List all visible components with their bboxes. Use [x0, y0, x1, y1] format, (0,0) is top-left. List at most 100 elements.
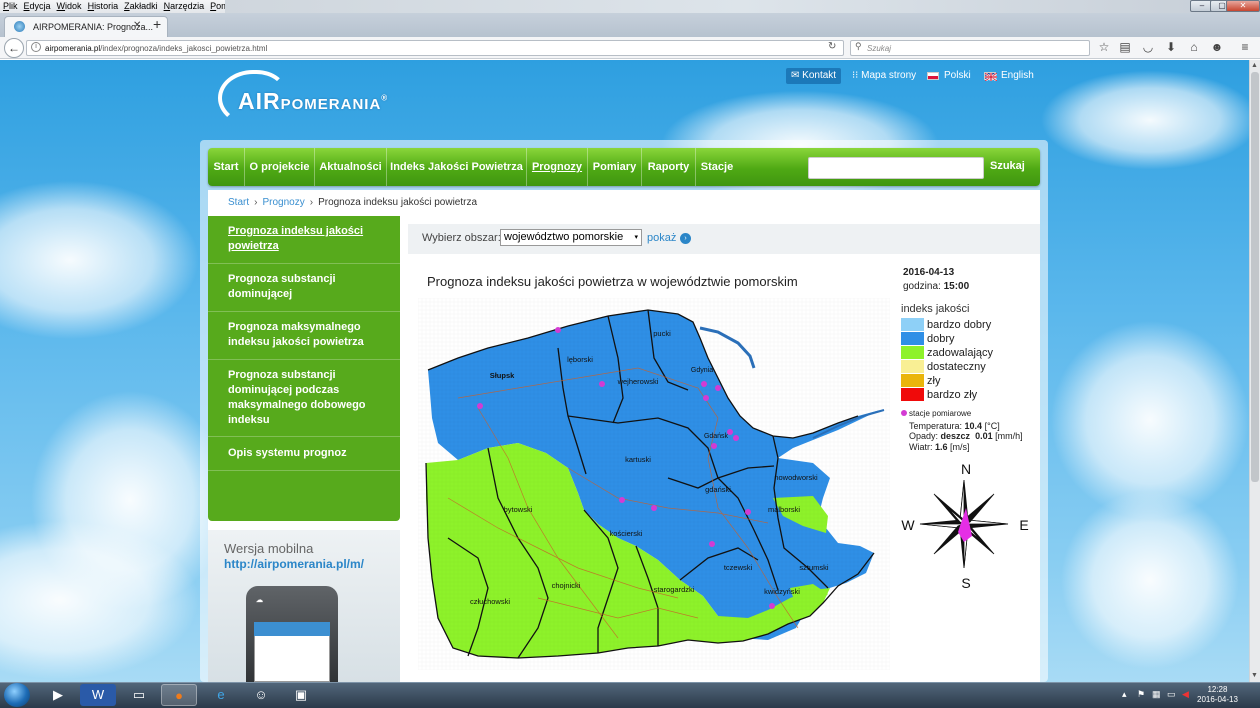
area-label: Wybierz obszar: — [422, 232, 501, 244]
pokaz-link[interactable]: pokaż — [647, 232, 676, 244]
nav-o-projekcie[interactable]: O projekcie — [245, 148, 315, 186]
site-search-button[interactable]: Szukaj — [990, 160, 1025, 172]
compass-n: N — [961, 461, 971, 477]
label-wejherowski: wejherowski — [617, 377, 659, 386]
pokaz-arrow-icon[interactable]: › — [680, 233, 691, 244]
label-starogardzki: starogardzki — [654, 585, 695, 594]
url-path: /index/prognoza/indeks_jakosci_powietrza… — [100, 44, 268, 53]
scrollbar-thumb[interactable] — [1251, 72, 1259, 482]
sidebar-item-substancji-maksymalnego[interactable]: Prognoza substancji dominującej podczas … — [208, 360, 400, 437]
breadcrumb-prognozy[interactable]: Prognozy — [262, 197, 304, 208]
media-player-icon[interactable]: ▶ — [40, 684, 76, 706]
area-select-value: województwo pomorskie — [504, 231, 624, 243]
label-gdansk: Gdańsk — [704, 433, 729, 440]
tray-expand-icon[interactable]: ▴ — [1122, 689, 1127, 700]
start-button[interactable] — [4, 683, 30, 707]
app-icon[interactable]: ☺ — [243, 684, 279, 706]
sidebar-item-prognoza-indeksu[interactable]: Prognoza indeksu jakości powietrza — [208, 216, 400, 264]
menu-edycja[interactable]: Edycja — [21, 0, 54, 12]
site-search-input[interactable] — [808, 157, 984, 179]
sitemap-link[interactable]: ⁝⁝ Mapa strony — [852, 70, 916, 81]
network-icon[interactable]: ▦ — [1152, 689, 1161, 700]
nav-stacje[interactable]: Stacje — [696, 148, 738, 186]
browser-search-input[interactable]: Szukaj — [850, 40, 1090, 56]
label-gdanski: gdański — [705, 485, 731, 494]
display-icon[interactable]: ▭ — [1167, 689, 1176, 700]
home-icon[interactable]: ⌂ — [1186, 40, 1202, 54]
label-gdynia: Gdynia — [691, 367, 713, 374]
polish-flag-icon — [927, 72, 939, 80]
clock[interactable]: 12:28 2016-04-13 — [1197, 685, 1238, 705]
area-select[interactable]: województwo pomorskie ▾ — [500, 229, 642, 246]
reload-icon[interactable]: ↻ — [828, 41, 836, 52]
label-slupsk: Słupsk — [490, 371, 515, 380]
menu-historia[interactable]: Historia — [85, 0, 122, 12]
close-tab-icon[interactable]: ✕ — [133, 20, 141, 31]
menu-narzedzia[interactable]: Narzędzia — [161, 0, 208, 12]
reading-list-icon[interactable]: ▤ — [1117, 40, 1133, 54]
nav-aktualnosci[interactable]: Aktualności — [315, 148, 387, 186]
back-button[interactable]: ← — [4, 38, 24, 58]
clock-date: 2016-04-13 — [1197, 695, 1238, 704]
air-quality-map[interactable]: pucki wejherowski Słupsk lęborski kartus… — [418, 298, 890, 670]
pocket-icon[interactable]: ◡ — [1140, 40, 1156, 54]
mobile-link[interactable]: http://airpomerania.pl/m/ — [224, 557, 364, 571]
wind-compass: N E S W — [901, 461, 1028, 590]
dropdown-arrow-icon: ▾ — [634, 234, 638, 241]
legend-swatch — [901, 388, 924, 401]
volume-icon[interactable]: ◀ — [1182, 689, 1189, 700]
label-bytowski: bytowski — [504, 505, 533, 514]
info-icon[interactable]: i — [31, 42, 41, 52]
legend-swatch — [901, 318, 924, 331]
sidebar-item-maksymalnego-indeksu[interactable]: Prognoza maksymalnego indeksu jakości po… — [208, 312, 400, 360]
url-bar[interactable]: airpomerania.pl/index/prognoza/indeks_ja… — [26, 40, 844, 56]
logo-registered: ® — [381, 93, 389, 103]
search-placeholder: Szukaj — [867, 44, 892, 53]
flag-icon[interactable]: ⚑ — [1137, 689, 1145, 700]
rain-row: Opady: deszcz 0.01 [mm/h] — [909, 431, 1023, 441]
menu-plik[interactable]: Plik — [0, 0, 21, 12]
wind-value: 1.6 — [935, 442, 948, 452]
temperature-row: Temperatura: 10.4 [°C] — [909, 421, 1000, 431]
polski-link[interactable]: Polski — [944, 70, 971, 81]
bookmark-star-icon[interactable]: ☆ — [1096, 40, 1112, 54]
site-logo[interactable]: AIRPOMERANIA® — [238, 88, 388, 115]
kontakt-link[interactable]: ✉ Kontakt — [786, 68, 842, 84]
ie-icon[interactable]: e — [203, 684, 239, 706]
browser-tab[interactable]: AIRPOMERANIA: Prognoza... — [4, 16, 168, 37]
temp-value: 10.4 — [964, 421, 983, 431]
forecast-date: 2016-04-13 — [903, 267, 955, 278]
sidebar-item-opis-systemu[interactable]: Opis systemu prognoz — [208, 437, 400, 471]
label-nowodworski: nowodworski — [774, 473, 818, 482]
nav-prognozy[interactable]: Prognozy — [527, 148, 588, 186]
url-domain: airpomerania.pl — [45, 44, 101, 53]
new-tab-button[interactable]: + — [153, 16, 161, 32]
mobile-title: Wersja mobilna — [224, 541, 314, 556]
window-icon[interactable]: ▣ — [283, 684, 319, 706]
map-title: Prognoza indeksu jakości powietrza w woj… — [427, 274, 798, 289]
legend-label: zły — [927, 375, 941, 387]
chat-icon[interactable]: ☻ — [1209, 40, 1225, 54]
menu-widok[interactable]: Widok — [54, 0, 85, 12]
download-icon[interactable]: ⬇ — [1163, 40, 1179, 54]
legend-swatch — [901, 374, 924, 387]
scroll-down-icon[interactable]: ▼ — [1251, 672, 1258, 679]
english-link[interactable]: English — [1001, 70, 1034, 81]
firefox-icon[interactable]: ● — [161, 684, 197, 706]
word-icon[interactable]: W — [80, 684, 116, 706]
nav-indeks-jakosci[interactable]: Indeks Jakości Powietrza — [387, 148, 527, 186]
close-window-button[interactable]: ✕ — [1226, 0, 1260, 12]
scroll-up-icon[interactable]: ▲ — [1251, 62, 1258, 69]
legend-swatch — [901, 360, 924, 373]
menu-zakladki[interactable]: Zakładki — [121, 0, 161, 12]
nav-pomiary[interactable]: Pomiary — [588, 148, 642, 186]
tab-bar — [0, 13, 1260, 37]
label-kartuski: kartuski — [625, 455, 651, 464]
hamburger-menu-icon[interactable]: ≡ — [1237, 40, 1253, 54]
nav-raporty[interactable]: Raporty — [642, 148, 696, 186]
breadcrumb-start[interactable]: Start — [228, 197, 249, 208]
nav-start[interactable]: Start — [208, 148, 245, 186]
explorer-icon[interactable]: ▭ — [121, 684, 157, 706]
hour-value: 15:00 — [943, 281, 970, 292]
sidebar-item-substancji-dominujacej[interactable]: Prognoza substancji dominującej — [208, 264, 400, 312]
